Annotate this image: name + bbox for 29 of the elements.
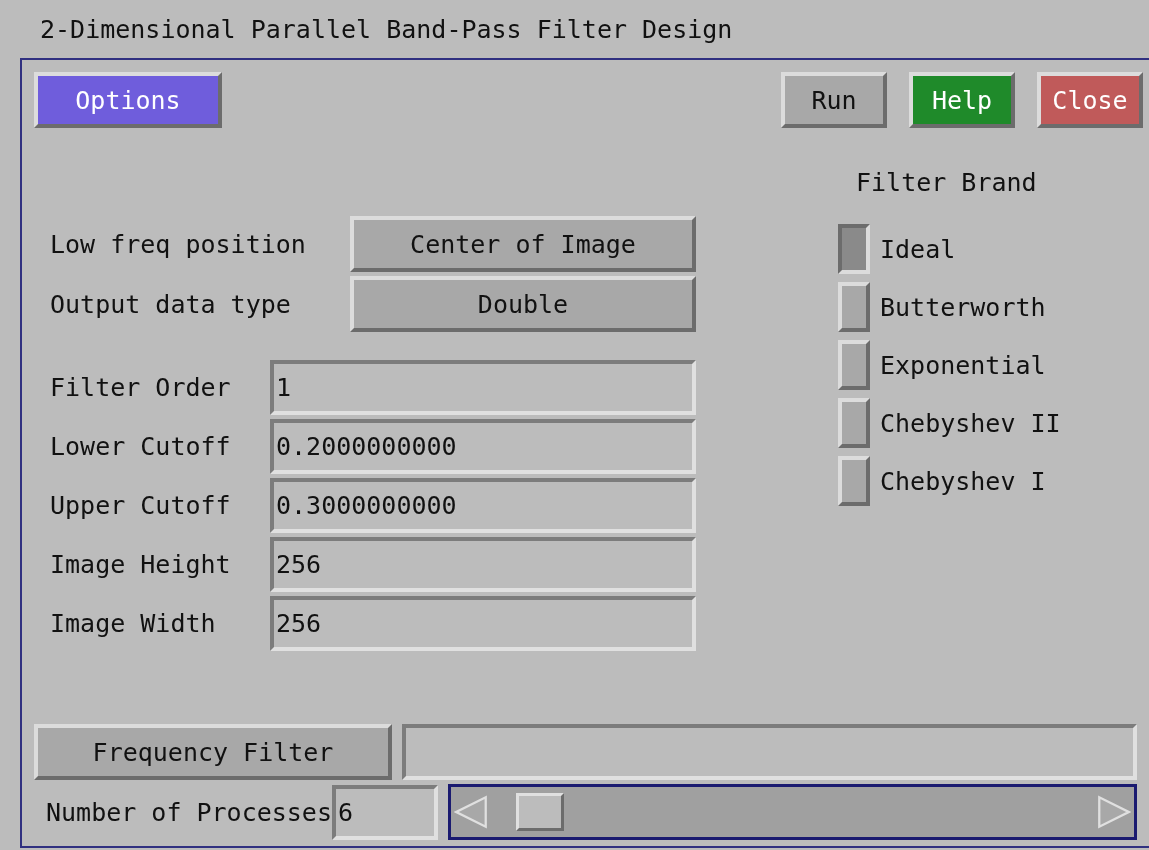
processes-field[interactable]: 6 [332, 784, 438, 840]
option-label: Output data type [50, 289, 292, 319]
close-button[interactable]: Close [1037, 72, 1143, 128]
options-menu-button[interactable]: Options [34, 72, 222, 128]
input-field[interactable]: 0.3000000000 [270, 478, 696, 533]
input-field[interactable]: 0.2000000000 [270, 419, 696, 474]
help-button[interactable]: Help [909, 72, 1015, 128]
radio-label[interactable]: Chebyshev I [880, 466, 1046, 496]
radio-label[interactable]: Butterworth [880, 292, 1046, 322]
run-button[interactable]: Run [781, 72, 887, 128]
field-label: Filter Order [50, 373, 232, 402]
input-field[interactable]: 1 [270, 360, 696, 415]
input-field[interactable]: 256 [270, 537, 696, 592]
field-label: Lower Cutoff [50, 432, 232, 461]
processes-label: Number of Processes [45, 797, 332, 827]
frequency-filter-button[interactable]: Frequency Filter [34, 724, 392, 780]
option-label: Low freq position [50, 229, 307, 259]
option-menu-button[interactable]: Double [350, 276, 696, 332]
field-label: Upper Cutoff [50, 491, 232, 520]
field-label: Image Width [50, 609, 217, 638]
radio-button[interactable] [838, 224, 870, 274]
radio-label[interactable]: Chebyshev II [880, 408, 1061, 438]
group-title: Filter Brand [856, 168, 1038, 199]
input-field[interactable]: 256 [270, 596, 696, 651]
window-title: 2-Dimensional Parallel Band-Pass Filter Design [40, 14, 733, 44]
option-menu-button[interactable]: Center of Image [350, 216, 696, 272]
radio-label[interactable]: Exponential [880, 350, 1046, 380]
field-label: Image Height [50, 550, 232, 579]
radio-label[interactable]: Ideal [880, 234, 956, 264]
